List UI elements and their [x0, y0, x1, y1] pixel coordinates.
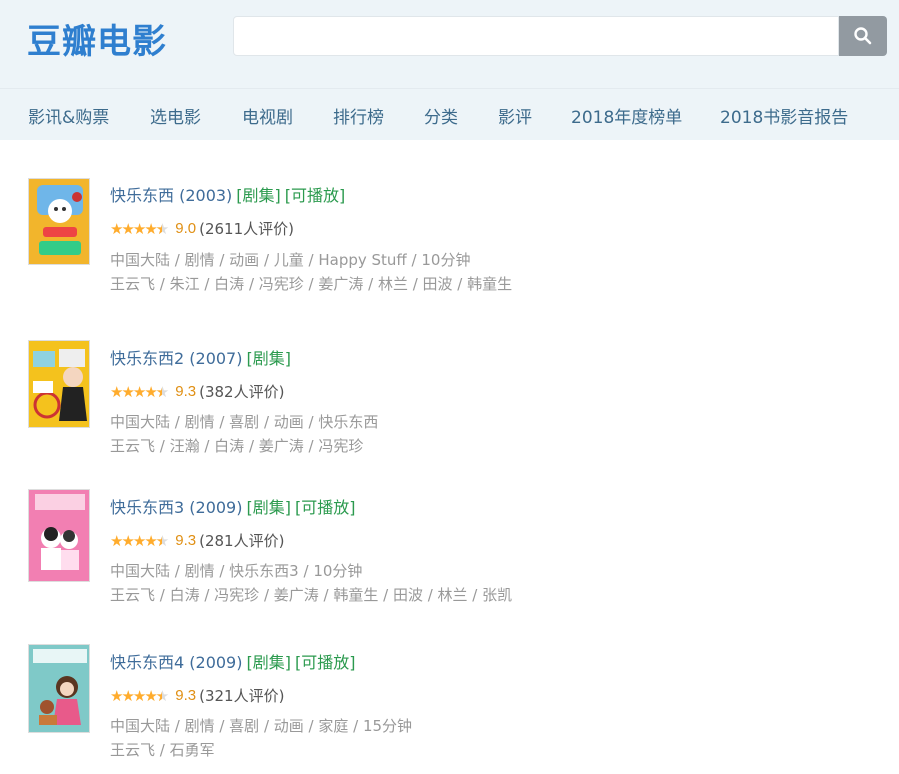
douban-movie-logo[interactable]: 豆瓣电影	[27, 14, 167, 63]
result-meta: 中国大陆 / 剧情 / 喜剧 / 动画 / 家庭 / 15分钟	[110, 717, 413, 735]
rating-count: (382人评价)	[199, 383, 285, 401]
result-title[interactable]: 快乐东西3 (2009)	[110, 498, 242, 517]
search-icon	[854, 27, 872, 45]
tag-series[interactable]: [剧集]	[236, 186, 281, 205]
result-cast: 王云飞 / 汪瀚 / 白涛 / 姜广涛 / 冯宪珍	[110, 437, 364, 455]
search-input[interactable]	[234, 17, 838, 55]
rating-count: (281人评价)	[199, 532, 285, 550]
poster-art	[29, 341, 89, 427]
nav-item-reviews[interactable]: 影评	[498, 103, 532, 128]
search-box[interactable]	[233, 16, 839, 56]
rating-stars-icon: ★★★★★	[110, 532, 169, 550]
result-cast: 王云飞 / 白涛 / 冯宪珍 / 姜广涛 / 韩童生 / 田波 / 林兰 / 张…	[110, 586, 513, 604]
result-title-row: 快乐东西2 (2007) [剧集]	[110, 345, 291, 369]
tag-series[interactable]: [剧集]	[246, 498, 291, 517]
result-meta: 中国大陆 / 剧情 / 动画 / 儿童 / Happy Stuff / 10分钟	[110, 251, 471, 269]
rating-score: 9.3	[175, 532, 197, 549]
rating-row: ★★★★★ 9.3 (382人评价)	[110, 381, 284, 402]
rating-stars-icon: ★★★★★	[110, 383, 169, 401]
tag-series[interactable]: [剧集]	[246, 653, 291, 672]
rating-row: ★★★★★ 9.3 (281人评价)	[110, 530, 284, 551]
result-item: 快乐东西3 (2009)[剧集][可播放] ★★★★★ 9.3 (281人评价)…	[0, 489, 899, 619]
result-cast: 王云飞 / 朱江 / 白涛 / 冯宪珍 / 姜广涛 / 林兰 / 田波 / 韩童…	[110, 275, 513, 293]
rating-count: (321人评价)	[199, 687, 285, 705]
tag-playable[interactable]: [可播放]	[285, 186, 346, 205]
poster-art	[29, 490, 89, 581]
rating-count: (2611人评价)	[199, 220, 294, 238]
rating-score: 9.3	[175, 383, 197, 400]
search-button[interactable]	[839, 16, 887, 56]
poster-image[interactable]	[28, 340, 90, 428]
nav-item-showtimes[interactable]: 影讯&购票	[28, 103, 109, 128]
nav-item-explore-movies[interactable]: 选电影	[150, 103, 201, 128]
nav-item-charts[interactable]: 排行榜	[333, 103, 384, 128]
result-title[interactable]: 快乐东西 (2003)	[110, 186, 232, 205]
result-title-row: 快乐东西 (2003) [剧集] [可播放]	[110, 182, 345, 206]
tag-series[interactable]: [剧集]	[246, 349, 291, 368]
rating-row: ★★★★★ 9.3 (321人评价)	[110, 685, 284, 706]
result-meta: 中国大陆 / 剧情 / 快乐东西3 / 10分钟	[110, 562, 363, 580]
poster-art	[29, 179, 89, 264]
result-cast: 王云飞 / 石勇军	[110, 741, 215, 759]
tag-playable[interactable]: [可播放]	[295, 653, 356, 672]
result-item: 快乐东西2 (2007)[剧集] ★★★★★ 9.3 (382人评价) 中国大陆…	[0, 340, 899, 470]
nav-item-annual-list[interactable]: 2018年度榜单	[571, 103, 682, 128]
header: 豆瓣电影	[0, 0, 899, 88]
main-nav: 影讯&购票 选电影 电视剧 排行榜 分类 影评 2018年度榜单 2018书影音…	[0, 88, 899, 140]
nav-item-categories[interactable]: 分类	[424, 103, 458, 128]
rating-score: 9.0	[175, 220, 197, 237]
result-title-row: 快乐东西3 (2009) [剧集] [可播放]	[110, 494, 355, 518]
result-title[interactable]: 快乐东西2 (2007)	[110, 349, 242, 368]
result-item: 快乐东西 (2003)[剧集][可播放] ★★★★★ 9.0 (2611人评价)…	[0, 178, 899, 308]
poster-image[interactable]	[28, 489, 90, 582]
nav-item-tv[interactable]: 电视剧	[242, 103, 293, 128]
poster-image[interactable]	[28, 178, 90, 265]
rating-stars-icon: ★★★★★	[110, 220, 169, 238]
result-title-row: 快乐东西4 (2009) [剧集] [可播放]	[110, 649, 355, 673]
tag-playable[interactable]: [可播放]	[295, 498, 356, 517]
result-title[interactable]: 快乐东西4 (2009)	[110, 653, 242, 672]
nav-item-annual-report[interactable]: 2018书影音报告	[720, 103, 848, 128]
poster-art	[29, 645, 89, 732]
rating-stars-icon: ★★★★★	[110, 687, 169, 705]
rating-score: 9.3	[175, 687, 197, 704]
result-item: 快乐东西4 (2009)[剧集][可播放] ★★★★★ 9.3 (321人评价)…	[0, 644, 899, 774]
rating-row: ★★★★★ 9.0 (2611人评价)	[110, 218, 294, 239]
poster-image[interactable]	[28, 644, 90, 733]
result-meta: 中国大陆 / 剧情 / 喜剧 / 动画 / 快乐东西	[110, 413, 379, 431]
